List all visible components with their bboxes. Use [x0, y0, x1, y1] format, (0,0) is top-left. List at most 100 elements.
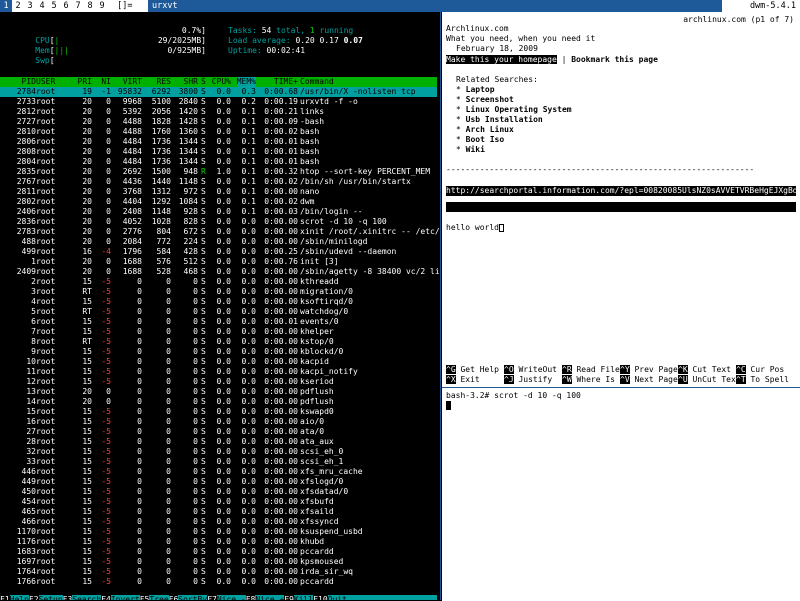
- tag-6[interactable]: 6: [60, 0, 72, 12]
- fkey-f7[interactable]: F7: [207, 595, 217, 600]
- process-table-header[interactable]: PID USER PRI NI VIRT RES SHR S CPU% MEM% TIME+ Comm…: [0, 77, 437, 87]
- nano-shortcut[interactable]: ^Y Prev Page: [620, 365, 678, 375]
- table-row[interactable]: 2802 root 20 0 4404 1292 1084 S 0.0 0.1 0:00.02 dwm: [0, 197, 437, 207]
- table-row[interactable]: 466 root 15 -5 0 0 0 S 0.0 0.0 0:00.00 xfssyncd: [0, 517, 437, 527]
- table-row[interactable]: 2783 root 20 0 2776 804 672 S 0.0 0.0 0:00.00 xinit…: [0, 227, 440, 237]
- table-row[interactable]: 33 root 15 -5 0 0 0 S 0.0 0.0 0:00.00 scsi_eh_1: [0, 457, 437, 467]
- table-row[interactable]: 13 root 20 0 0 0 0 S 0.0 0.0 0:00.00 pdflush: [0, 387, 437, 397]
- fkey-f3[interactable]: F3: [62, 595, 73, 600]
- tag-4[interactable]: 4: [36, 0, 48, 12]
- related-link[interactable]: Usb Installation: [466, 115, 543, 124]
- table-row[interactable]: 1764 root 15 -5 0 0 0 S 0.0 0.0 0:00.00 irda_sir_wq: [0, 567, 437, 577]
- fkey-f2[interactable]: F2: [28, 595, 39, 600]
- table-row[interactable]: 14 root 20 0 0 0 0 S 0.0 0.0 0:00.00 pdflush: [0, 397, 437, 407]
- related-link[interactable]: Wiki: [466, 145, 485, 154]
- nano-shortcut[interactable]: ^U UnCut Text: [678, 375, 741, 385]
- fkey-label[interactable]: Search: [72, 595, 101, 600]
- fkey-label[interactable]: Quit: [328, 595, 347, 600]
- nano-shortcut[interactable]: ^T To Spell: [736, 375, 789, 385]
- column-header-time[interactable]: TIME+: [274, 77, 298, 87]
- table-row[interactable]: 2810 root 20 0 4488 1760 1360 S 0.0 0.1 0:00.02 bas…: [0, 127, 437, 137]
- table-row[interactable]: 2733 root 20 0 9968 5100 2840 S 0.0 0.2 0:00.19 urx…: [0, 97, 437, 107]
- table-row[interactable]: 4 root 15 -5 0 0 0 S 0.0 0.0 0:00.00 ksoftirqd/0: [0, 297, 437, 307]
- column-header-pid[interactable]: PID: [22, 77, 36, 87]
- column-header-shr[interactable]: SHR: [184, 77, 198, 87]
- table-row[interactable]: 2835 root 20 0 2692 1500 948 R 1.0 0.1 0:00.32 htop…: [0, 167, 437, 177]
- table-row[interactable]: 5 root RT -5 0 0 0 S 0.0 0.0 0:00.00 watchdog/0: [0, 307, 437, 317]
- tag-7[interactable]: 7: [72, 0, 84, 12]
- table-row[interactable]: 499 root 16 -4 1796 584 428 S 0.0 0.0 0:00.25/sbin…: [0, 247, 437, 257]
- fkey-f6[interactable]: F6: [168, 595, 179, 600]
- table-row[interactable]: 2804 root 20 0 4484 1736 1344 S 0.0 0.1 0:00.01 bas…: [0, 157, 437, 167]
- fkey-label[interactable]: Tree: [149, 595, 168, 600]
- related-link[interactable]: Linux Operating System: [466, 105, 572, 114]
- fkey-label[interactable]: Kill: [294, 595, 313, 600]
- table-row[interactable]: 2808 root 20 0 4484 1736 1344 S 0.0 0.1 0:00.01 bas…: [0, 147, 437, 157]
- column-header-res[interactable]: RES: [157, 77, 171, 87]
- table-row[interactable]: 454 root 15 -5 0 0 0 S 0.0 0.0 0:00.00 xfsbufd: [0, 497, 437, 507]
- table-row[interactable]: 465 root 15 -5 0 0 0 S 0.0 0.0 0:00.00 xfsaild: [0, 507, 437, 517]
- table-row[interactable]: 446 root 15 -5 0 0 0 S 0.0 0.0 0:00.00 xfs_mru_cach…: [0, 467, 437, 477]
- url-bar[interactable]: http://searchportal.information.com/?epl…: [446, 186, 796, 196]
- table-row[interactable]: 2806 root 20 0 4484 1736 1344 S 0.0 0.1 0:00.01 bas…: [0, 137, 437, 147]
- column-header-command[interactable]: Command: [300, 77, 334, 87]
- nano-shortcut[interactable]: ^R Read File: [562, 365, 620, 375]
- table-row[interactable]: 1176 root 15 -5 0 0 0 S 0.0 0.0 0:00.00 khubd: [0, 537, 437, 547]
- nano-shortcut[interactable]: ^K Cut Text: [678, 365, 731, 375]
- fkey-label[interactable]: Invert: [111, 595, 140, 600]
- column-header-ni[interactable]: NI: [101, 77, 111, 87]
- tag-8[interactable]: 8: [84, 0, 96, 12]
- column-header-pri[interactable]: PRI: [78, 77, 92, 87]
- table-row[interactable]: 2836 root 20 0 4052 1028 828 S 0.0 0.0 0:00.00 scro…: [0, 217, 437, 227]
- table-row[interactable]: 2 root 15 -5 0 0 0 S 0.0 0.0 0:00.00 kthreadd: [0, 277, 437, 287]
- table-row[interactable]: 9 root 15 -5 0 0 0 S 0.0 0.0 0:00.00 kblockd/0: [0, 347, 437, 357]
- nano-shortcut[interactable]: ^G Get Help: [446, 365, 499, 375]
- table-row[interactable]: 2784 root 19 -1 95832 6292 3800 S 0.0 0.3 0:00.68/…: [0, 87, 437, 97]
- table-row[interactable]: 27 root 15 -5 0 0 0 S 0.0 0.0 0:00.00 ata/0: [0, 427, 437, 437]
- terminal[interactable]: bash-3.2# scrot -d 10 -q 100: [442, 387, 800, 601]
- fkey-f5[interactable]: F5: [139, 595, 150, 600]
- table-row[interactable]: 12 root 15 -5 0 0 0 S 0.0 0.0 0:00.00 kseriod: [0, 377, 437, 387]
- tag-5[interactable]: 5: [48, 0, 60, 12]
- column-header-user[interactable]: USER: [36, 77, 55, 87]
- nano-editor[interactable]: hello world: [446, 223, 504, 233]
- related-link[interactable]: Laptop: [466, 85, 495, 94]
- table-row[interactable]: 2727 root 20 0 4488 1828 1428 S 0.0 0.1 0:00.09 -ba…: [0, 117, 437, 127]
- table-row[interactable]: 1170 root 15 -5 0 0 0 S 0.0 0.0 0:00.00 ksuspend_us…: [0, 527, 437, 537]
- table-row[interactable]: 3 root RT -5 0 0 0 S 0.0 0.0 0:00.00 migration/0: [0, 287, 437, 297]
- table-row[interactable]: 1697 root 15 -5 0 0 0 S 0.0 0.0 0:00.00 kpsmoused: [0, 557, 437, 567]
- table-row[interactable]: 28 root 15 -5 0 0 0 S 0.0 0.0 0:00.00 ata_aux: [0, 437, 437, 447]
- table-row[interactable]: 7 root 15 -5 0 0 0 S 0.0 0.0 0:00.00 khelper: [0, 327, 437, 337]
- table-row[interactable]: 1766 root 15 -5 0 0 0 S 0.0 0.0 0:00.00 pccardd: [0, 577, 437, 587]
- fkey-label[interactable]: Nice +: [255, 595, 284, 600]
- fkey-f1[interactable]: F1: [0, 595, 10, 600]
- table-row[interactable]: 2812 root 20 0 5392 2056 1420 S 0.0 0.1 0:00.21 lin…: [0, 107, 437, 117]
- table-row[interactable]: 32 root 15 -5 0 0 0 S 0.0 0.0 0:00.00 scsi_eh_0: [0, 447, 437, 457]
- tag-1[interactable]: 1: [0, 0, 12, 12]
- column-header-s[interactable]: S: [201, 77, 206, 87]
- table-row[interactable]: 16 root 15 -5 0 0 0 S 0.0 0.0 0:00.00 aio/0: [0, 417, 437, 427]
- table-row[interactable]: 11 root 15 -5 0 0 0 S 0.0 0.0 0:00.00 kacpi_notify: [0, 367, 437, 377]
- table-row[interactable]: 2767 root 20 0 4436 1440 1148 S 0.0 0.1 0:00.02/bi…: [0, 177, 437, 187]
- table-row[interactable]: 2811 root 20 0 3768 1312 972 S 0.0 0.1 0:00.00 nano: [0, 187, 437, 197]
- nano-shortcut[interactable]: ^W Where Is: [562, 375, 615, 385]
- nano-shortcut[interactable]: ^O WriteOut: [504, 365, 557, 375]
- table-row[interactable]: 2406 root 20 0 2408 1148 928 S 0.0 0.1 0:00.03/bin…: [0, 207, 437, 217]
- table-row[interactable]: 2409 root 20 0 1688 528 468 S 0.0 0.0 0:00.00/sbin…: [0, 267, 440, 277]
- related-link[interactable]: Screenshot: [466, 95, 514, 104]
- fkey-f9[interactable]: F9: [284, 595, 294, 600]
- table-row[interactable]: 15 root 15 -5 0 0 0 S 0.0 0.0 0:00.00 kswapd0: [0, 407, 437, 417]
- related-link[interactable]: Boot Iso: [466, 135, 505, 144]
- column-header-cpu[interactable]: CPU%: [212, 77, 231, 87]
- fkey-label[interactable]: Setup: [39, 595, 63, 600]
- homepage-link[interactable]: Make this your homepage: [446, 55, 557, 64]
- fkey-label[interactable]: SortBy: [178, 595, 207, 600]
- nano-shortcut[interactable]: ^J Justify: [504, 375, 552, 385]
- table-row[interactable]: 449 root 15 -5 0 0 0 S 0.0 0.0 0:00.00 xfslogd/0: [0, 477, 437, 487]
- table-row[interactable]: 6 root 15 -5 0 0 0 S 0.0 0.0 0:00.01 events/0: [0, 317, 437, 327]
- tag-3[interactable]: 3: [24, 0, 36, 12]
- bookmark-link[interactable]: Bookmark this page: [571, 55, 658, 64]
- nano-shortcut[interactable]: ^X Exit: [446, 375, 480, 385]
- table-row[interactable]: 1 root 20 0 1688 576 512 S 0.0 0.0 0:00.76 init [3]: [0, 257, 437, 267]
- table-row[interactable]: 488 root 20 0 2084 772 224 S 0.0 0.0 0:00.00/sbin/…: [0, 237, 437, 247]
